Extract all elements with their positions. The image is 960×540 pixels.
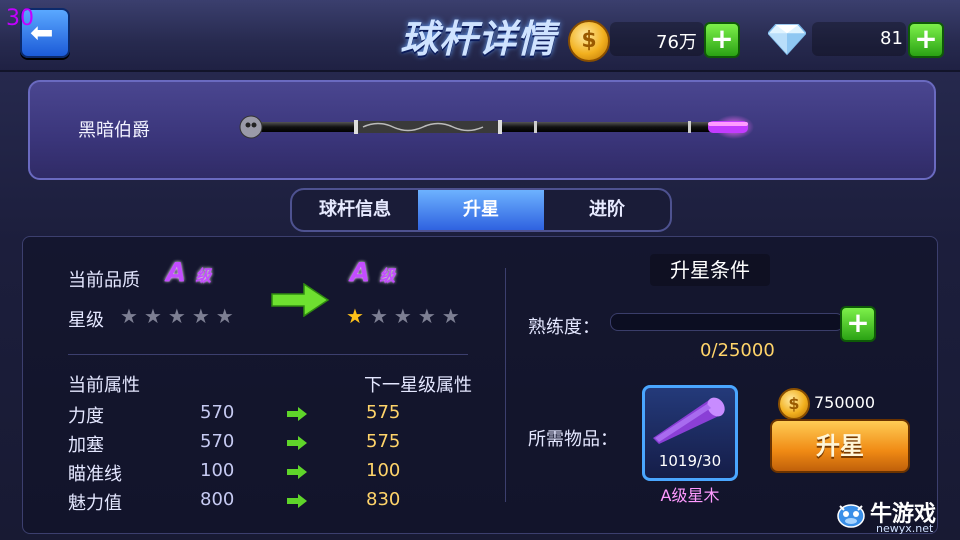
upgrade-arrow-icon — [271, 283, 330, 317]
attribute-current-value: 570 — [200, 431, 235, 452]
attribute-arrow-icon — [287, 494, 307, 508]
attribute-name: 魅力值 — [68, 493, 122, 514]
diamond-amount: 81 — [880, 28, 903, 49]
star-empty-icon: ★ — [143, 304, 162, 328]
star-empty-icon: ★ — [215, 304, 234, 328]
upgrade-panel — [22, 236, 938, 534]
attribute-next-value: 575 — [366, 402, 401, 423]
star-empty-icon: ★ — [441, 304, 460, 328]
star-empty-icon: ★ — [191, 304, 210, 328]
vertical-divider — [505, 268, 506, 502]
add-coins-button[interactable]: + — [704, 22, 740, 58]
proficiency-bar — [610, 313, 844, 331]
attribute-name: 加塞 — [68, 435, 104, 456]
star-empty-icon: ★ — [369, 304, 388, 328]
required-item-name: A级星木 — [660, 486, 720, 505]
attribute-name: 力度 — [68, 406, 104, 427]
coin-icon: $ — [568, 20, 610, 62]
star-empty-icon: ★ — [393, 304, 412, 328]
attribute-name: 瞄准线 — [68, 464, 122, 485]
diamond-icon — [768, 23, 806, 56]
attribute-arrow-icon — [287, 465, 307, 479]
star-level-label: 星级 — [68, 310, 104, 331]
next-quality-grade: A 级 — [350, 258, 396, 288]
attribute-next-value: 830 — [366, 489, 401, 510]
proficiency-value: 0/25000 — [700, 340, 775, 361]
star-empty-icon: ★ — [417, 304, 436, 328]
star-filled-icon: ★ — [346, 304, 364, 328]
required-items-label: 所需物品： — [528, 429, 618, 450]
attribute-arrow-icon — [287, 407, 307, 421]
attribute-next-value: 100 — [366, 460, 401, 481]
tab-bar: 球杆信息 升星 进阶 — [290, 188, 672, 232]
tab-cue-info[interactable]: 球杆信息 — [292, 190, 418, 230]
next-attributes-header: 下一星级属性 — [364, 375, 472, 396]
add-proficiency-button[interactable]: + — [840, 306, 876, 342]
next-stars: ★ ★ ★ ★ ★ — [346, 304, 466, 328]
cue-stick-image — [239, 115, 754, 139]
attribute-current-value: 570 — [200, 402, 235, 423]
coin-amount: 76万 — [656, 32, 697, 53]
conditions-title: 升星条件 — [650, 254, 770, 286]
star-wood-icon — [653, 397, 725, 444]
star-empty-icon: ★ — [167, 304, 186, 328]
star-up-button[interactable]: 升星 — [770, 419, 910, 473]
current-quality-label: 当前品质 — [68, 270, 140, 291]
cue-name: 黑暗伯爵 — [78, 120, 150, 141]
current-quality-grade: A 级 — [166, 258, 212, 288]
upgrade-cost: 750000 — [814, 393, 876, 412]
watermark-site: newyx.net — [876, 522, 934, 535]
section-divider — [68, 354, 468, 355]
current-attributes-header: 当前属性 — [68, 375, 140, 396]
current-stars: ★ ★ ★ ★ ★ — [120, 304, 240, 328]
tab-advance[interactable]: 进阶 — [544, 190, 670, 230]
proficiency-label: 熟练度： — [528, 317, 600, 338]
cost-coin-icon: $ — [778, 388, 810, 420]
mascot-logo-icon — [837, 504, 865, 528]
tab-star-up[interactable]: 升星 — [418, 190, 544, 230]
attribute-current-value: 800 — [200, 489, 235, 510]
attribute-arrow-icon — [287, 436, 307, 450]
add-diamonds-button[interactable]: + — [908, 22, 944, 58]
star-empty-icon: ★ — [120, 304, 138, 328]
fps-counter: 30 — [6, 6, 34, 31]
attribute-next-value: 575 — [366, 431, 401, 452]
page-title: 球杆详情 — [400, 17, 557, 61]
attribute-current-value: 100 — [200, 460, 235, 481]
required-item-count: 1019/30 — [658, 452, 722, 470]
